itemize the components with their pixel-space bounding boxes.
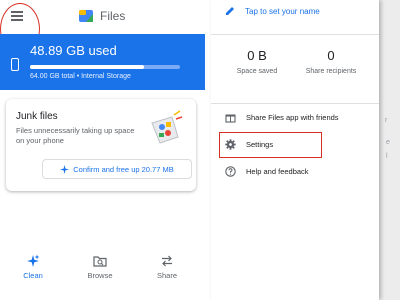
app-title: Files	[100, 9, 126, 23]
share-recipients-stat: 0 Share recipients	[301, 48, 361, 76]
menu-item-help[interactable]: Help and feedback	[225, 166, 309, 177]
background-text-fragment: r	[385, 117, 388, 124]
pencil-icon	[226, 7, 234, 15]
storage-total-text: 64.00 GB total • Internal Storage	[30, 73, 131, 80]
gear-icon	[225, 139, 236, 150]
cleaning-dustpan-illustration-icon	[151, 110, 183, 144]
menu-item-help-label: Help and feedback	[246, 167, 309, 176]
junk-files-card: Junk files Files unnecessarily taking up…	[6, 99, 196, 191]
gift-icon	[225, 114, 236, 123]
top-app-bar: Files	[0, 0, 205, 55]
background-text-fragment: l	[386, 153, 388, 160]
storage-summary[interactable]: 48.89 GB used 64.00 GB total • Internal …	[0, 34, 205, 90]
nav-browse[interactable]: Browse	[75, 254, 125, 280]
nav-share[interactable]: Share	[142, 254, 192, 280]
sparkle-icon	[60, 164, 70, 174]
junk-files-title: Junk files	[16, 111, 58, 122]
space-saved-value: 0 B	[247, 48, 267, 63]
nav-browse-label: Browse	[87, 271, 113, 280]
phone-icon	[11, 58, 19, 71]
swap-icon	[162, 255, 172, 267]
storage-used-text: 48.89 GB used	[30, 43, 117, 58]
help-icon	[225, 166, 236, 177]
nav-clean-label: Clean	[23, 271, 43, 280]
storage-progress-bar	[30, 65, 180, 69]
folder-search-icon	[93, 256, 107, 267]
menu-item-share-app[interactable]: Share Files app with friends	[225, 112, 339, 123]
share-recipients-value: 0	[327, 48, 335, 63]
space-saved-label: Space saved	[236, 68, 278, 75]
menu-item-settings-label: Settings	[246, 140, 274, 149]
menu-item-settings[interactable]: Settings	[225, 139, 273, 150]
divider	[211, 34, 379, 35]
files-logo-icon	[79, 10, 93, 22]
nav-share-label: Share	[156, 271, 177, 280]
confirm-free-up-label: Confirm and free up 20.77 MB	[73, 164, 174, 174]
divider	[211, 103, 379, 104]
set-name-label: Tap to set your name	[245, 6, 320, 16]
navigation-drawer: Tap to set your name 0 B Space saved 0 S…	[211, 0, 379, 300]
sparkle-icon	[27, 254, 40, 267]
space-saved-stat: 0 B Space saved	[227, 48, 287, 76]
junk-files-description: Files unnecessarily taking up space on y…	[16, 126, 135, 145]
files-home-screen: Files 48.89 GB used 64.00 GB total • Int…	[0, 0, 205, 300]
bottom-navigation: Clean Browse Share	[0, 250, 205, 300]
share-recipients-label: Share recipients	[305, 68, 357, 75]
set-name-row[interactable]: Tap to set your name	[225, 6, 320, 16]
nav-clean[interactable]: Clean	[8, 254, 58, 280]
background-text-fragment: e	[386, 139, 390, 146]
storage-progress-fill	[30, 65, 144, 69]
confirm-free-up-button[interactable]: Confirm and free up 20.77 MB	[42, 159, 192, 179]
menu-item-share-app-label: Share Files app with friends	[246, 113, 339, 122]
